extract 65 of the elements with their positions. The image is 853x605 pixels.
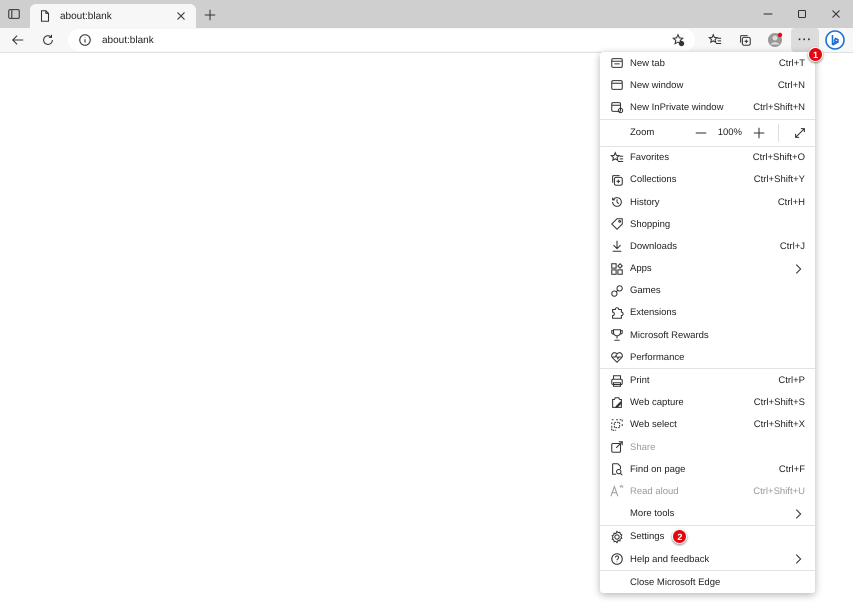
menu-item[interactable]: New InPrivate window Ctrl+Shift+N — [600, 96, 815, 119]
menu-item[interactable]: Games — [600, 280, 815, 302]
profile-avatar-icon[interactable] — [767, 32, 783, 48]
menu-item[interactable]: Collections Ctrl+Shift+Y — [600, 168, 815, 191]
menu-item-label: Zoom — [630, 127, 654, 138]
new-tab-icon — [203, 8, 217, 22]
menu-item[interactable]: Help and feedback — [600, 548, 815, 570]
menu-item[interactable]: Close Microsoft Edge — [600, 571, 815, 594]
add-favorite-icon — [671, 33, 685, 47]
menu-item[interactable]: Performance — [600, 346, 815, 368]
step-badge: 2 — [672, 529, 688, 544]
menu-item[interactable]: Web select Ctrl+Shift+X — [600, 414, 815, 436]
tag-icon — [610, 217, 624, 232]
zoom-level: 100% — [718, 127, 742, 138]
menu-item[interactable]: Favorites Ctrl+Shift+O — [600, 146, 815, 169]
page-icon — [38, 9, 52, 23]
zoom-in-button[interactable] — [752, 126, 766, 140]
trophy-icon — [610, 328, 624, 342]
fullscreen-button[interactable] — [793, 126, 807, 140]
help-icon — [610, 552, 624, 566]
menu-item[interactable]: History Ctrl+H — [600, 190, 815, 214]
menu-item[interactable]: Microsoft Rewards — [600, 324, 815, 346]
menu-item[interactable]: More tools — [600, 502, 815, 525]
window-icon — [610, 78, 624, 92]
step-badge: 1 — [808, 47, 823, 62]
puzzle-icon — [610, 306, 624, 320]
tab-actions-icon — [7, 7, 21, 21]
history-icon — [610, 195, 624, 210]
refresh-icon — [41, 33, 55, 47]
menu-item[interactable]: Apps — [600, 258, 815, 280]
private-window-icon — [610, 100, 624, 114]
menu-item[interactable]: Web capture Ctrl+Shift+S — [600, 392, 815, 414]
gear-icon — [610, 530, 624, 544]
favorites-icon — [610, 150, 624, 165]
menu-item[interactable]: Find on page Ctrl+F — [600, 458, 815, 480]
plus-icon — [752, 126, 766, 140]
find-page-icon — [610, 462, 624, 476]
collections-icon — [610, 172, 624, 187]
back-icon — [11, 33, 25, 47]
download-icon — [610, 239, 624, 254]
menu-item[interactable]: Downloads Ctrl+J — [600, 235, 815, 258]
menu-item[interactable]: Shopping — [600, 213, 815, 236]
share-icon — [610, 440, 624, 454]
browser-tab[interactable]: about:blank — [30, 4, 196, 28]
printer-icon — [610, 374, 624, 388]
minus-icon — [694, 132, 708, 134]
favorites-icon — [708, 33, 722, 47]
read-aloud-icon — [610, 484, 624, 498]
info-icon — [78, 33, 92, 47]
maximize-icon — [795, 7, 809, 21]
menu-item[interactable]: Settings 2 — [600, 526, 815, 548]
tab-title: about:blank — [60, 10, 113, 22]
collections-icon — [738, 33, 752, 47]
address-bar[interactable]: about:blank — [68, 29, 695, 51]
bing-logo-icon[interactable] — [825, 30, 845, 50]
menu-item[interactable]: Print Ctrl+P — [600, 369, 815, 392]
address-field[interactable]: about:blank — [102, 34, 661, 46]
menu-item[interactable]: Extensions — [600, 302, 815, 324]
apps-icon — [610, 262, 624, 276]
selection-icon — [610, 418, 624, 432]
menu-item[interactable]: New window Ctrl+N — [600, 74, 815, 96]
more-button[interactable]: ··· — [791, 28, 819, 52]
tab-icon — [610, 56, 624, 70]
expand-icon — [793, 126, 807, 140]
heart-pulse-icon — [610, 350, 624, 364]
